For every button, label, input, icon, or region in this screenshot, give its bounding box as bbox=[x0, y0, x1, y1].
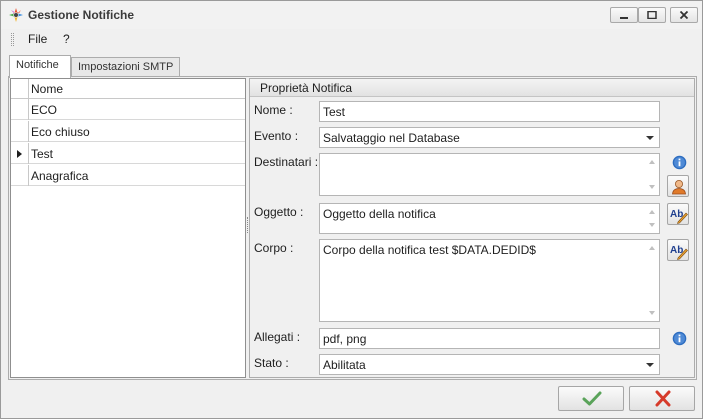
row-indicator[interactable] bbox=[11, 99, 29, 120]
current-row-arrow-icon bbox=[17, 150, 22, 158]
maximize-button[interactable] bbox=[638, 7, 666, 23]
destinatari-label: Destinatari : bbox=[254, 155, 319, 169]
nome-label: Nome : bbox=[254, 103, 293, 117]
tab-notifiche[interactable]: Notifiche bbox=[9, 55, 71, 78]
grid-row-selected[interactable]: Test bbox=[11, 143, 245, 164]
grid-cell-nome: Test bbox=[31, 147, 54, 161]
user-icon bbox=[672, 180, 686, 195]
notifications-grid: Nome ECO Eco chiuso Test Anagrafica bbox=[10, 78, 246, 378]
destinatari-scrollbar[interactable] bbox=[647, 155, 658, 194]
grid-cell-nome: Eco chiuso bbox=[31, 125, 90, 139]
column-header-nome[interactable]: Nome bbox=[31, 82, 63, 96]
grid-cell-nome: Anagrafica bbox=[31, 169, 89, 183]
group-header: Proprietà Notifica bbox=[250, 79, 694, 97]
select-recipients-button[interactable] bbox=[667, 175, 689, 197]
grid-row[interactable]: Anagrafica bbox=[11, 165, 245, 186]
minimize-button[interactable] bbox=[610, 7, 638, 23]
oggetto-label: Oggetto : bbox=[254, 205, 304, 219]
evento-label: Evento : bbox=[254, 129, 299, 143]
oggetto-spellcheck-button[interactable]: Ab bbox=[667, 203, 689, 225]
oggetto-field[interactable]: Oggetto della notifica bbox=[319, 203, 660, 234]
title-bar: Gestione Notifiche bbox=[1, 1, 702, 29]
evento-select-value: Salvataggio nel Database bbox=[323, 131, 460, 145]
minimize-icon bbox=[620, 17, 628, 19]
cancel-button[interactable] bbox=[629, 386, 695, 411]
menu-grip-icon bbox=[11, 33, 14, 46]
corpo-scrollbar[interactable] bbox=[647, 241, 658, 320]
stato-label: Stato : bbox=[254, 356, 289, 370]
menu-file[interactable]: File bbox=[28, 32, 47, 46]
ok-button[interactable] bbox=[558, 386, 624, 411]
close-icon bbox=[679, 11, 689, 19]
spellcheck-icon: Ab bbox=[670, 209, 688, 224]
x-icon bbox=[655, 390, 671, 407]
menu-bar: File ? bbox=[9, 30, 696, 49]
group-title: Proprietà Notifica bbox=[260, 81, 353, 95]
close-button[interactable] bbox=[670, 7, 698, 23]
grid-row[interactable]: ECO bbox=[11, 99, 245, 120]
evento-select[interactable]: Salvataggio nel Database bbox=[319, 127, 660, 148]
menu-help[interactable]: ? bbox=[63, 32, 70, 46]
row-indicator[interactable] bbox=[11, 165, 29, 186]
nome-field[interactable] bbox=[319, 101, 660, 122]
maximize-icon bbox=[647, 11, 657, 19]
row-indicator[interactable] bbox=[11, 121, 29, 142]
allegati-info-icon[interactable] bbox=[672, 331, 687, 346]
stato-select[interactable]: Abilitata bbox=[319, 354, 660, 375]
tab-page-notifiche: Nome ECO Eco chiuso Test Anagrafica Prop… bbox=[8, 76, 697, 380]
destinatari-info-icon[interactable] bbox=[672, 155, 687, 170]
chevron-down-icon bbox=[646, 363, 654, 367]
allegati-field[interactable] bbox=[319, 328, 660, 349]
oggetto-scrollbar[interactable] bbox=[647, 205, 658, 232]
grid-cell-nome: ECO bbox=[31, 103, 58, 117]
grid-row[interactable]: Eco chiuso bbox=[11, 121, 245, 142]
allegati-label: Allegati : bbox=[254, 330, 301, 344]
corpo-field[interactable]: Corpo della notifica test $DATA.DEDID$ bbox=[319, 239, 660, 322]
check-icon bbox=[582, 391, 602, 406]
window-title: Gestione Notifiche bbox=[28, 8, 135, 22]
chevron-down-icon bbox=[646, 136, 654, 140]
corpo-label: Corpo : bbox=[254, 241, 294, 255]
properties-group: Proprietà Notifica Nome : Evento : Salva… bbox=[249, 78, 695, 378]
corpo-spellcheck-button[interactable]: Ab bbox=[667, 239, 689, 261]
stato-select-value: Abilitata bbox=[323, 358, 366, 372]
grid-header: Nome bbox=[11, 79, 245, 99]
app-window: Gestione Notifiche File ? Notifiche Impo… bbox=[0, 0, 703, 419]
app-logo-icon bbox=[8, 7, 24, 23]
tab-impostazioni-smtp[interactable]: Impostazioni SMTP bbox=[71, 57, 180, 77]
spellcheck-icon: Ab bbox=[670, 245, 688, 260]
row-indicator-header bbox=[11, 79, 29, 99]
oggetto-value: Oggetto della notifica bbox=[323, 207, 436, 221]
row-indicator[interactable] bbox=[11, 143, 29, 164]
corpo-value: Corpo della notifica test $DATA.DEDID$ bbox=[323, 243, 536, 257]
destinatari-field[interactable] bbox=[319, 153, 660, 196]
